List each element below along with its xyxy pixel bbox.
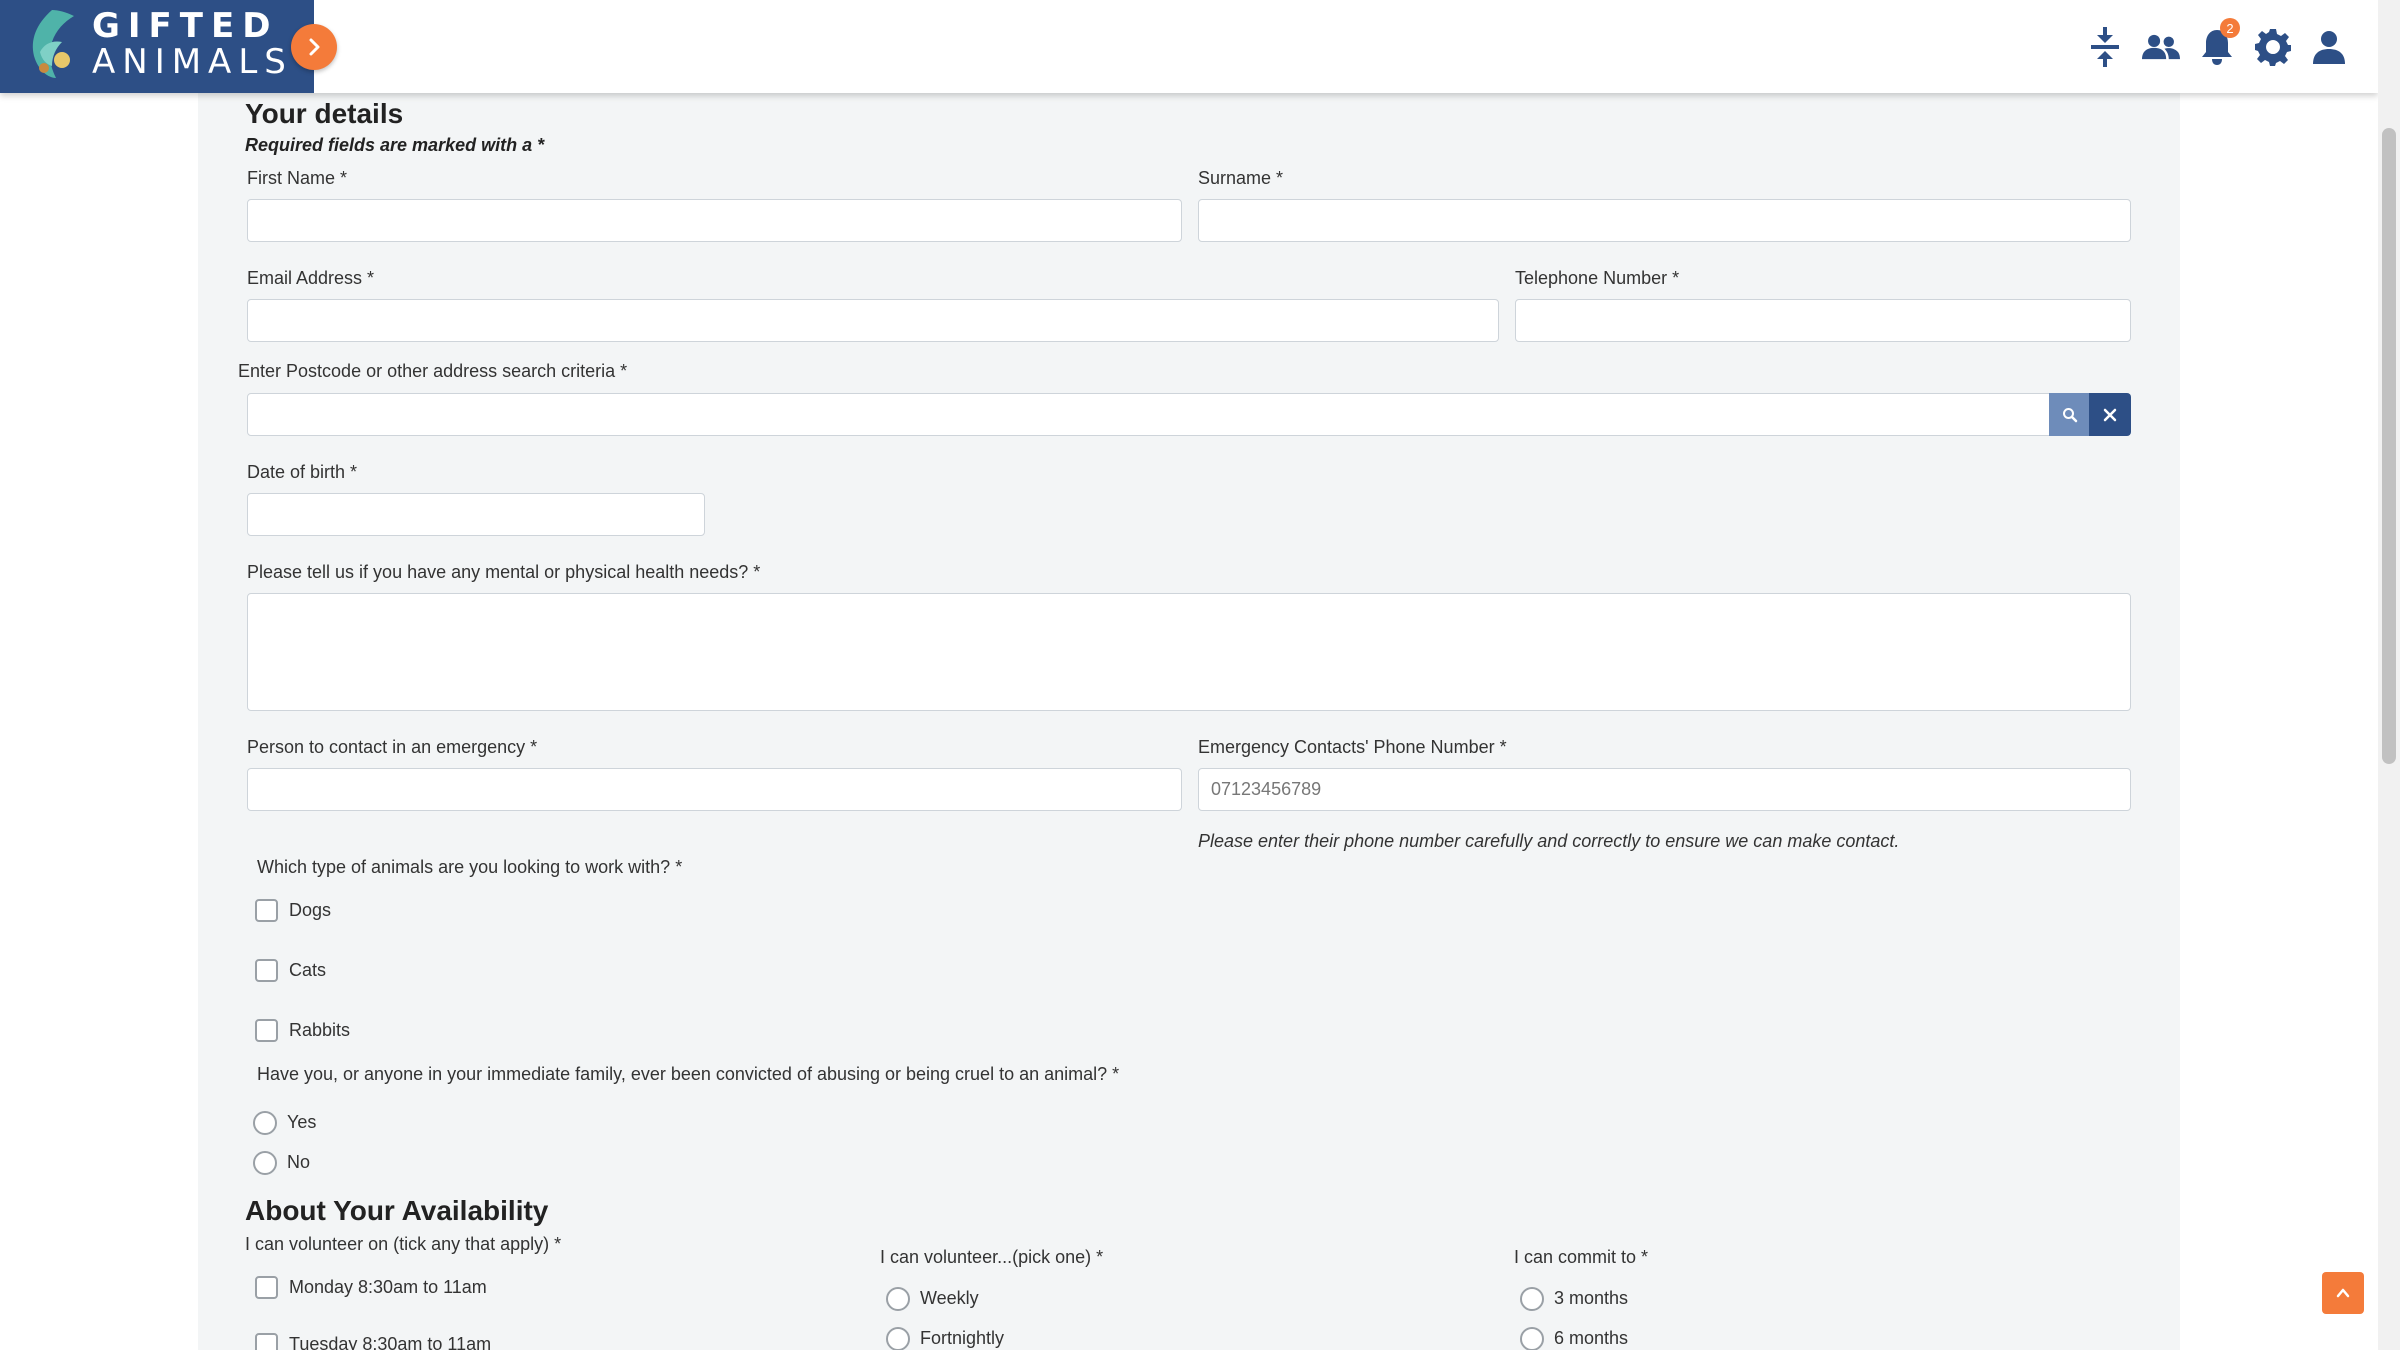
- radio-fortnightly[interactable]: [886, 1327, 910, 1350]
- page-scrollbar[interactable]: [2378, 0, 2400, 1350]
- checkbox-dogs[interactable]: [255, 899, 278, 922]
- required-note: Required fields are marked with a *: [245, 135, 545, 155]
- radio-convicted-no[interactable]: [253, 1151, 277, 1175]
- label-convicted-yes: Yes: [287, 1112, 317, 1132]
- telephone-input[interactable]: [1515, 299, 2131, 342]
- label-tuesday: Tuesday 8:30am to 11am: [289, 1334, 492, 1350]
- postcode-input[interactable]: [247, 393, 2051, 436]
- checkbox-rabbits[interactable]: [255, 1019, 278, 1042]
- compress-icon[interactable]: [2086, 24, 2124, 70]
- label-rabbits: Rabbits: [289, 1020, 351, 1040]
- chevron-right-icon: [309, 38, 320, 56]
- label-6-months: 6 months: [1554, 1328, 1629, 1348]
- logo-mark-icon: [32, 10, 74, 78]
- bell-icon[interactable]: 2: [2198, 18, 2240, 70]
- chevron-up-icon: [2336, 1288, 2350, 1298]
- health-label: Please tell us if you have any mental or…: [247, 562, 761, 582]
- dob-input[interactable]: [247, 493, 705, 536]
- form-panel: Your details Required fields are marked …: [198, 93, 2180, 1350]
- gear-icon[interactable]: [2254, 24, 2292, 70]
- frequency-label: I can volunteer...(pick one) *: [880, 1247, 1104, 1267]
- surname-label: Surname *: [1198, 168, 1284, 188]
- label-fortnightly: Fortnightly: [920, 1328, 1005, 1348]
- emergency-phone-label: Emergency Contacts' Phone Number *: [1198, 737, 1507, 757]
- days-label: I can volunteer on (tick any that apply)…: [245, 1234, 562, 1254]
- scrollbar-thumb[interactable]: [2382, 128, 2396, 764]
- radio-weekly[interactable]: [886, 1287, 910, 1311]
- postcode-label: Enter Postcode or other address search c…: [238, 361, 628, 381]
- label-dogs: Dogs: [289, 900, 332, 920]
- convicted-question: Have you, or anyone in your immediate fa…: [257, 1064, 1120, 1084]
- radio-3-months[interactable]: [1520, 1287, 1544, 1311]
- health-textarea[interactable]: [247, 593, 2131, 711]
- user-icon[interactable]: [2310, 24, 2348, 70]
- email-label: Email Address *: [247, 268, 375, 288]
- emergency-phone-input[interactable]: 07123456789: [1198, 768, 2131, 811]
- dob-label: Date of birth *: [247, 462, 358, 482]
- postcode-search-button[interactable]: [2049, 393, 2091, 436]
- availability-heading: About Your Availability: [245, 1195, 549, 1226]
- emergency-phone-hint: Please enter their phone number carefull…: [1198, 831, 1900, 851]
- your-details-heading: Your details: [245, 98, 404, 129]
- label-cats: Cats: [289, 960, 327, 980]
- header-icons: 2: [2086, 18, 2348, 70]
- back-to-top-button[interactable]: [2322, 1272, 2364, 1314]
- checkbox-monday[interactable]: [255, 1276, 278, 1299]
- email-input[interactable]: [247, 299, 1499, 342]
- commit-label: I can commit to *: [1514, 1247, 1649, 1267]
- checkbox-tuesday[interactable]: [255, 1333, 278, 1350]
- emergency-person-input[interactable]: [247, 768, 1182, 811]
- first-name-label: First Name *: [247, 168, 348, 188]
- logo[interactable]: GIFTED ANIMALS: [0, 0, 314, 93]
- logo-text-animals: ANIMALS: [92, 42, 293, 82]
- animals-question: Which type of animals are you looking to…: [257, 857, 683, 877]
- notification-badge: 2: [2220, 18, 2240, 38]
- label-3-months: 3 months: [1554, 1288, 1629, 1308]
- postcode-clear-button[interactable]: [2089, 393, 2131, 436]
- radio-6-months[interactable]: [1520, 1327, 1544, 1350]
- emergency-person-label: Person to contact in an emergency *: [247, 737, 538, 757]
- label-weekly: Weekly: [920, 1288, 979, 1308]
- label-convicted-no: No: [287, 1152, 311, 1172]
- radio-convicted-yes[interactable]: [253, 1111, 277, 1135]
- checkbox-cats[interactable]: [255, 959, 278, 982]
- logo-text-gifted: GIFTED: [92, 6, 279, 46]
- label-monday: Monday 8:30am to 11am: [289, 1277, 487, 1297]
- close-icon: [2103, 408, 2117, 421]
- search-icon: [2063, 407, 2078, 422]
- expand-menu-button[interactable]: [291, 24, 337, 70]
- top-bar: GIFTED ANIMALS 2: [0, 0, 2378, 93]
- people-icon[interactable]: [2142, 24, 2180, 70]
- telephone-label: Telephone Number *: [1515, 268, 1680, 288]
- surname-input[interactable]: [1198, 199, 2131, 242]
- first-name-input[interactable]: [247, 199, 1182, 242]
